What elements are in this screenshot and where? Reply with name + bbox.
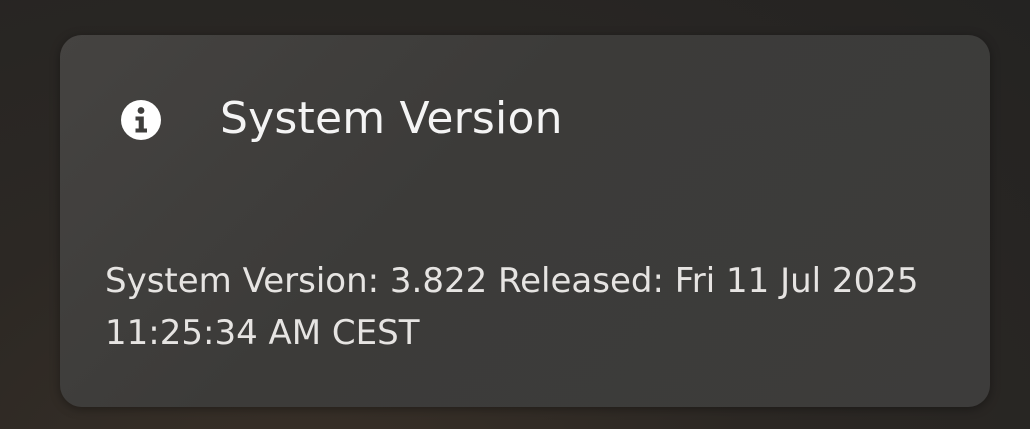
info-icon bbox=[120, 99, 162, 141]
card-title: System Version bbox=[220, 93, 563, 144]
card-header: System Version bbox=[60, 35, 990, 205]
system-version-card: System Version System Version: 3.822 Rel… bbox=[60, 35, 990, 407]
version-message: System Version: 3.822 Released: Fri 11 J… bbox=[105, 261, 919, 353]
